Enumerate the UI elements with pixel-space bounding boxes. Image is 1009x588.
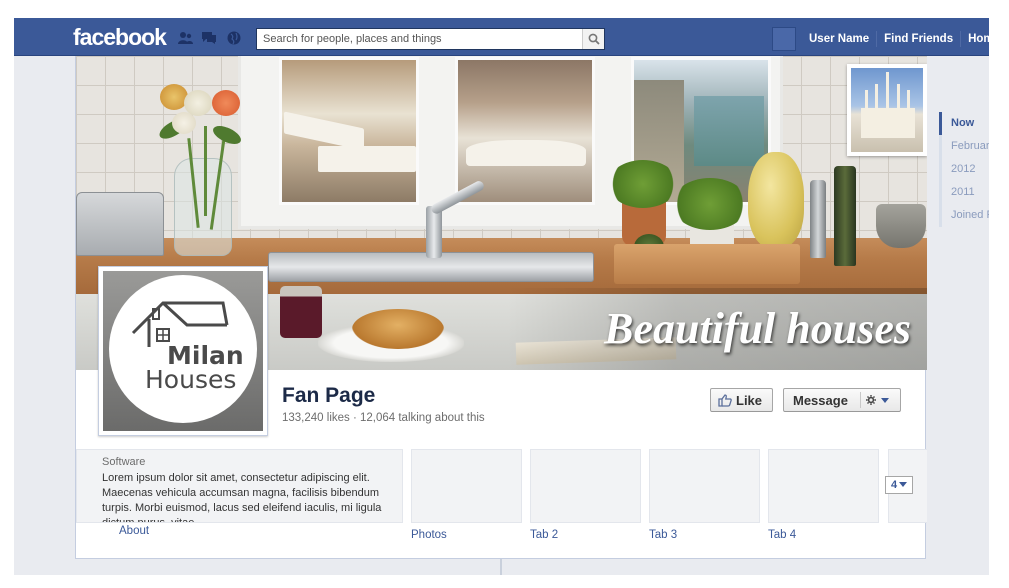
facebook-logo[interactable]: facebook	[73, 24, 167, 51]
profile-picture[interactable]: Milan Houses	[98, 266, 268, 436]
user-avatar[interactable]	[772, 27, 796, 51]
search-input[interactable]	[257, 29, 582, 49]
about-description: Lorem ipsum dolor sit amet, consectetur …	[102, 472, 382, 523]
more-tabs-button[interactable]: 4	[885, 476, 913, 494]
cathedral-photo	[847, 64, 927, 156]
search-button[interactable]	[582, 29, 604, 49]
scrubber-joined[interactable]: Joined Facebook	[939, 204, 989, 227]
timeline-spine	[500, 559, 502, 575]
tab-3-thumbnail[interactable]	[649, 449, 760, 523]
tab-2-thumbnail[interactable]	[530, 449, 641, 523]
tab-4-thumbnail[interactable]	[768, 449, 879, 523]
tab-photos-thumbnail[interactable]	[411, 449, 522, 523]
thumbs-up-icon	[718, 393, 732, 407]
page-stats: 133,240 likes · 12,064 talking about thi…	[282, 412, 485, 424]
scrubber-2011[interactable]: 2011	[939, 181, 989, 204]
nav-home[interactable]: Home	[961, 31, 989, 47]
scrubber-now[interactable]: Now	[939, 112, 989, 135]
tab-2[interactable]: Tab 2	[530, 529, 558, 541]
facebook-window: facebook User Name Find Friends	[14, 18, 989, 575]
tab-3[interactable]: Tab 3	[649, 529, 677, 541]
notifications-globe-icon[interactable]	[226, 31, 242, 45]
timeline-scrubber: Now February 2012 2011 Joined Facebook	[939, 112, 989, 227]
page-title: Fan Page	[282, 384, 376, 407]
friend-requests-icon[interactable]	[177, 31, 193, 45]
tab-photos[interactable]: Photos	[411, 529, 447, 541]
nav-find-friends[interactable]: Find Friends	[877, 31, 962, 47]
tab-4[interactable]: Tab 4	[768, 529, 796, 541]
about-summary[interactable]: Software Lorem ipsum dolor sit amet, con…	[76, 449, 403, 523]
cover-title: Beautiful houses	[604, 304, 911, 353]
message-button[interactable]: Message	[783, 388, 901, 412]
messages-icon[interactable]	[201, 31, 217, 45]
top-bar: facebook User Name Find Friends	[14, 18, 989, 56]
search-box[interactable]	[256, 28, 605, 50]
page-timeline: Beautiful houses Milan Houses Fan Page 1…	[75, 56, 927, 559]
scrubber-february[interactable]: February	[939, 135, 989, 158]
settings-gear-dropdown-icon[interactable]	[866, 394, 890, 406]
scrubber-2012[interactable]: 2012	[939, 158, 989, 181]
page-category: Software	[102, 456, 146, 468]
chevron-down-icon	[899, 482, 908, 487]
like-button[interactable]: Like	[710, 388, 773, 412]
search-icon	[588, 33, 600, 45]
top-nav: User Name Find Friends Home	[772, 27, 989, 51]
milan-houses-logo: Milan Houses	[109, 275, 257, 423]
about-link[interactable]: About	[119, 525, 149, 537]
nav-user-name[interactable]: User Name	[802, 31, 878, 47]
